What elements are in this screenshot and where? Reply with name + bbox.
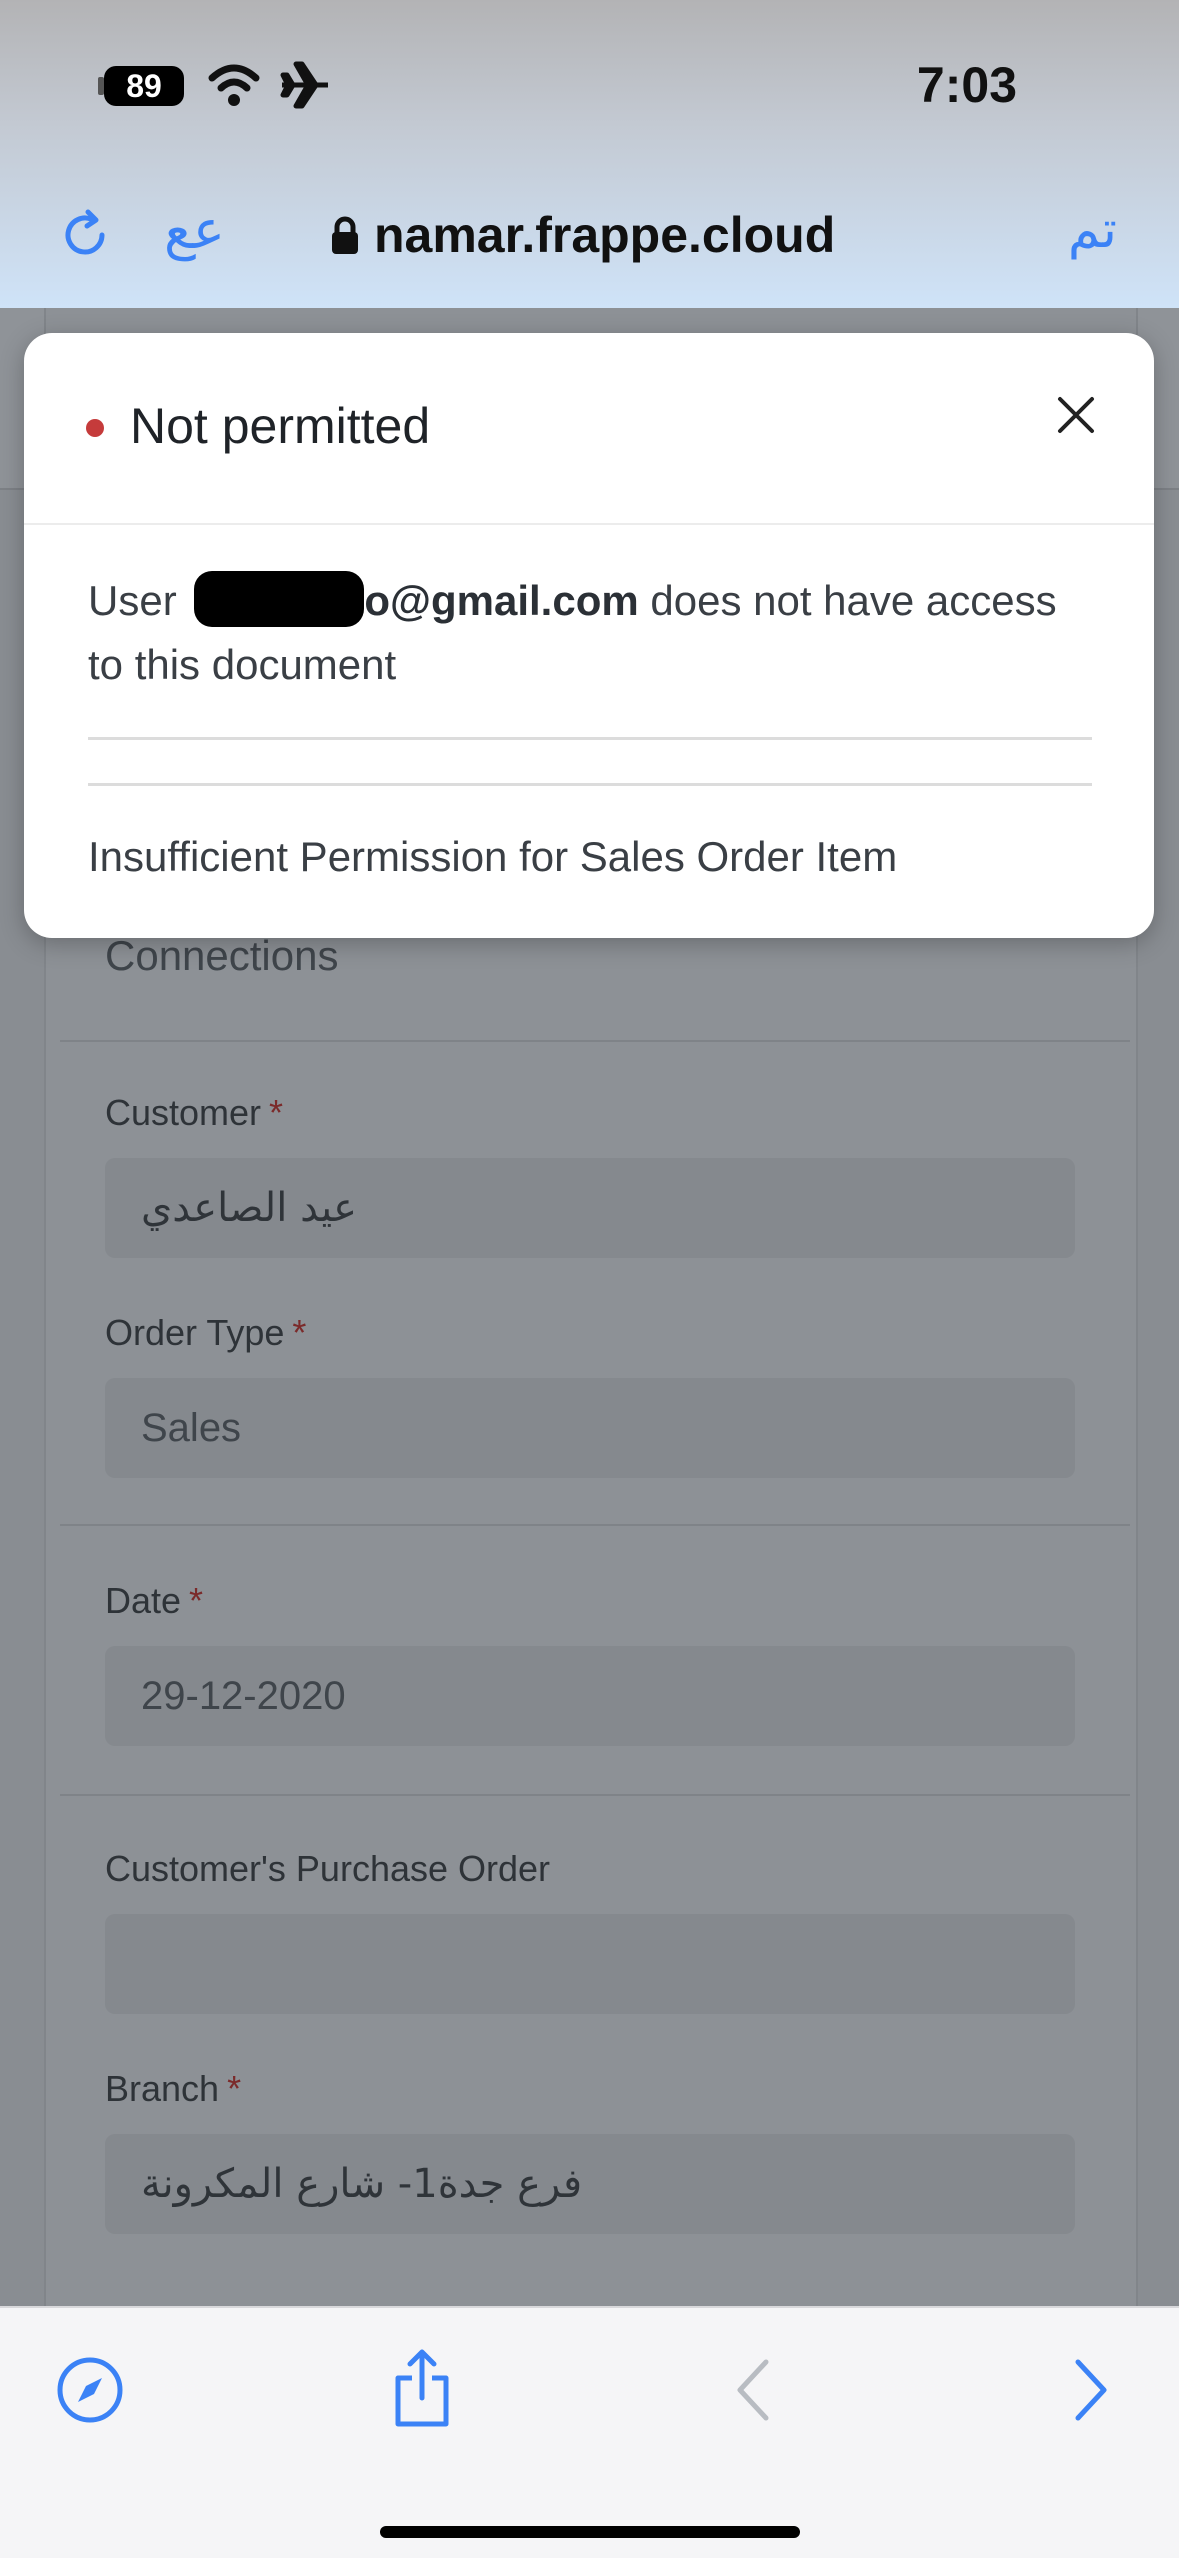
customer-label: Customer * xyxy=(105,1092,284,1133)
purchase-order-label: Customer's Purchase Order xyxy=(105,1848,551,1889)
compass-icon[interactable] xyxy=(56,2356,124,2424)
dialog-title: Not permitted xyxy=(130,398,431,454)
customer-value: عيد الصاعدي xyxy=(141,1185,357,1231)
browser-bottom-toolbar xyxy=(0,2306,1179,2558)
branch-label: Branch * xyxy=(105,2068,242,2109)
divider xyxy=(60,1794,1130,1796)
error-indicator-dot xyxy=(86,419,104,437)
purchase-order-field[interactable] xyxy=(105,1914,1075,2014)
close-icon[interactable] xyxy=(1050,389,1102,441)
branch-field[interactable]: فرع جدة1- شارع المكرونة xyxy=(105,2134,1075,2234)
back-icon[interactable] xyxy=(736,2358,770,2422)
order-type-label: Order Type * xyxy=(105,1312,307,1353)
divider xyxy=(60,1040,1130,1042)
divider xyxy=(60,1524,1130,1526)
message-divider xyxy=(88,783,1092,786)
dialog-header-divider xyxy=(24,523,1154,525)
reload-icon[interactable] xyxy=(58,208,112,262)
forward-icon[interactable] xyxy=(1074,2358,1108,2422)
message-divider xyxy=(88,737,1092,740)
redacted-email xyxy=(194,571,365,627)
wifi-icon xyxy=(208,64,260,106)
translate-button[interactable]: عع xyxy=(164,198,225,261)
url-text: namar.frappe.cloud xyxy=(374,207,836,263)
airplane-icon xyxy=(280,61,328,109)
home-indicator[interactable] xyxy=(380,2526,800,2538)
browser-top-bar: 89 7:03 عع namar.frappe.cloud تم xyxy=(0,0,1179,308)
order-type-value: Sales xyxy=(141,1405,242,1450)
not-permitted-dialog: Not permitted User o@gmail.com does not … xyxy=(24,333,1154,938)
done-button[interactable]: تم xyxy=(1068,200,1117,260)
dialog-detail: Insufficient Permission for Sales Order … xyxy=(88,833,898,880)
address-bar[interactable]: namar.frappe.cloud xyxy=(330,200,835,270)
status-time: 7:03 xyxy=(916,57,1017,113)
dialog-message: User o@gmail.com does not have access to… xyxy=(88,569,1098,697)
battery-indicator: 89 xyxy=(104,66,184,106)
branch-value: فرع جدة1- شارع المكرونة xyxy=(141,2161,583,2207)
date-label: Date * xyxy=(105,1580,204,1621)
lock-icon xyxy=(332,216,358,254)
date-field[interactable]: 29-12-2020 xyxy=(105,1646,1075,1746)
share-icon[interactable] xyxy=(392,2348,452,2428)
customer-field[interactable]: عيد الصاعدي xyxy=(105,1158,1075,1258)
connections-tab[interactable]: Connections xyxy=(105,932,338,980)
date-value: 29-12-2020 xyxy=(141,1673,346,1718)
email-visible-part: o@gmail.com xyxy=(364,577,639,624)
order-type-field[interactable]: Sales xyxy=(105,1378,1075,1478)
